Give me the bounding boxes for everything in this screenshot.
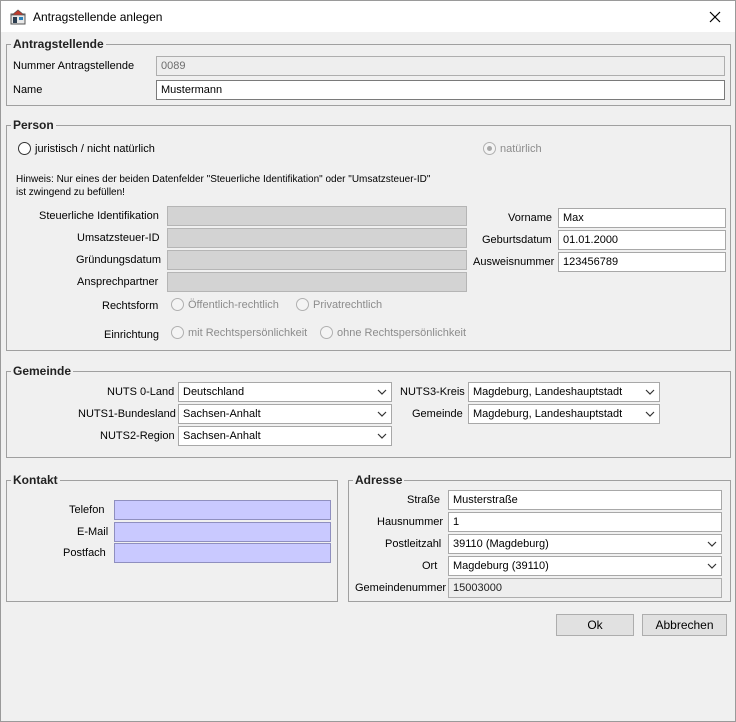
ansprech-label: Ansprechpartner xyxy=(77,276,159,288)
title-bar: Antragstellende anlegen xyxy=(1,1,735,32)
cancel-button[interactable]: Abbrechen xyxy=(642,614,727,636)
ok-button[interactable]: Ok xyxy=(556,614,634,636)
vorname-field[interactable]: Max xyxy=(558,208,726,228)
ausweis-label: Ausweisnummer xyxy=(473,256,555,268)
ust-field[interactable] xyxy=(167,228,467,248)
radio-juristisch-dot xyxy=(18,142,31,155)
plz-label: Postleitzahl xyxy=(385,538,442,550)
nuts0-select[interactable]: Deutschland xyxy=(178,382,392,402)
radio-natuerlich-dot xyxy=(483,142,496,155)
strasse-label: Straße xyxy=(407,494,441,506)
name-field[interactable]: Mustermann xyxy=(156,80,725,100)
group-title-antragstellende: Antragstellende xyxy=(11,37,106,51)
group-title-person: Person xyxy=(11,118,56,132)
radio-ohne-rp-dot xyxy=(320,326,333,339)
hausnr-field[interactable]: 1 xyxy=(448,512,722,532)
nuts1-value: Sachsen-Anhalt xyxy=(183,408,261,420)
nuts3-label: NUTS3-Kreis xyxy=(400,386,465,398)
rechtsform-label: Rechtsform xyxy=(102,300,159,312)
radio-oeffentlich[interactable]: Öffentlich-rechtlich xyxy=(171,298,279,311)
postfach-field[interactable] xyxy=(114,543,331,563)
email-label: E-Mail xyxy=(77,526,109,538)
chevron-down-icon xyxy=(707,563,717,569)
group-title-kontakt: Kontakt xyxy=(11,473,60,487)
gruendung-field[interactable] xyxy=(167,250,467,270)
nuts0-label: NUTS 0-Land xyxy=(107,386,175,398)
app-icon xyxy=(10,9,26,25)
chevron-down-icon xyxy=(645,389,655,395)
nummer-field[interactable]: 0089 xyxy=(156,56,725,76)
nuts2-select[interactable]: Sachsen-Anhalt xyxy=(178,426,392,446)
geburt-label: Geburtsdatum xyxy=(482,234,552,246)
vorname-label: Vorname xyxy=(508,212,553,224)
radio-oeffentlich-dot xyxy=(171,298,184,311)
gemnr-label: Gemeindenummer xyxy=(355,582,447,594)
radio-privat-label: Privatrechtlich xyxy=(313,298,383,311)
ort-label: Ort xyxy=(422,560,438,572)
radio-ohne-rp[interactable]: ohne Rechtspersönlichkeit xyxy=(320,326,466,339)
radio-natuerlich-label: natürlich xyxy=(500,142,542,155)
nuts2-label: NUTS2-Region xyxy=(100,430,175,442)
close-button[interactable] xyxy=(695,1,735,32)
nuts1-select[interactable]: Sachsen-Anhalt xyxy=(178,404,392,424)
gemnr-field[interactable]: 15003000 xyxy=(448,578,722,598)
chevron-down-icon xyxy=(377,411,387,417)
ort-select[interactable]: Magdeburg (39110) xyxy=(448,556,722,576)
telefon-field[interactable] xyxy=(114,500,331,520)
nummer-label: Nummer Antragstellende xyxy=(13,60,135,72)
dialog-window: Antragstellende anlegen Antragstellende … xyxy=(0,0,736,722)
nuts0-value: Deutschland xyxy=(183,386,245,398)
hausnr-label: Hausnummer xyxy=(377,516,444,528)
ausweis-field[interactable]: 123456789 xyxy=(558,252,726,272)
ort-value: Magdeburg (39110) xyxy=(453,560,549,572)
hint-line-2: ist zwingend zu befüllen! xyxy=(16,187,125,198)
radio-ohne-rp-label: ohne Rechtspersönlichkeit xyxy=(337,326,467,339)
radio-mit-rp-label: mit Rechtspersönlichkeit xyxy=(188,326,308,339)
steuer-label: Steuerliche Identifikation xyxy=(39,210,159,222)
radio-privat-dot xyxy=(296,298,309,311)
radio-natuerlich[interactable]: natürlich xyxy=(483,142,542,155)
einrichtung-label: Einrichtung xyxy=(104,329,160,341)
postfach-label: Postfach xyxy=(63,547,106,559)
telefon-label: Telefon xyxy=(69,504,105,516)
radio-mit-rp-dot xyxy=(171,326,184,339)
gemeinde-label: Gemeinde xyxy=(412,408,463,420)
nuts1-label: NUTS1-Bundesland xyxy=(78,408,176,420)
chevron-down-icon xyxy=(377,389,387,395)
gruendung-label: Gründungsdatum xyxy=(76,254,161,266)
chevron-down-icon xyxy=(707,541,717,547)
strasse-field[interactable]: Musterstraße xyxy=(448,490,722,510)
gemeinde-value: Magdeburg, Landeshauptstadt xyxy=(473,408,623,420)
radio-oeffentlich-label: Öffentlich-rechtlich xyxy=(188,298,279,311)
steuer-field[interactable] xyxy=(167,206,467,226)
name-label: Name xyxy=(13,84,43,96)
email-field[interactable] xyxy=(114,522,331,542)
close-icon xyxy=(709,11,721,22)
geburt-field[interactable]: 01.01.2000 xyxy=(558,230,726,250)
radio-juristisch[interactable]: juristisch / nicht natürlich xyxy=(18,142,155,155)
radio-juristisch-label: juristisch / nicht natürlich xyxy=(35,142,155,155)
radio-privat[interactable]: Privatrechtlich xyxy=(296,298,382,311)
ust-label: Umsatzsteuer-ID xyxy=(77,232,160,244)
hint-line-1: Hinweis: Nur eines der beiden Datenfelde… xyxy=(16,174,431,185)
group-title-adresse: Adresse xyxy=(353,473,405,487)
chevron-down-icon xyxy=(377,433,387,439)
chevron-down-icon xyxy=(645,411,655,417)
plz-value: 39110 (Magdeburg) xyxy=(453,538,549,550)
nuts3-value: Magdeburg, Landeshauptstadt xyxy=(473,386,623,398)
radio-mit-rp[interactable]: mit Rechtspersönlichkeit xyxy=(171,326,307,339)
nuts2-value: Sachsen-Anhalt xyxy=(183,430,261,442)
plz-select[interactable]: 39110 (Magdeburg) xyxy=(448,534,722,554)
window-title: Antragstellende anlegen xyxy=(33,10,163,24)
nuts3-select[interactable]: Magdeburg, Landeshauptstadt xyxy=(468,382,660,402)
group-title-gemeinde: Gemeinde xyxy=(11,364,74,378)
gemeinde-select[interactable]: Magdeburg, Landeshauptstadt xyxy=(468,404,660,424)
ansprech-field[interactable] xyxy=(167,272,467,292)
